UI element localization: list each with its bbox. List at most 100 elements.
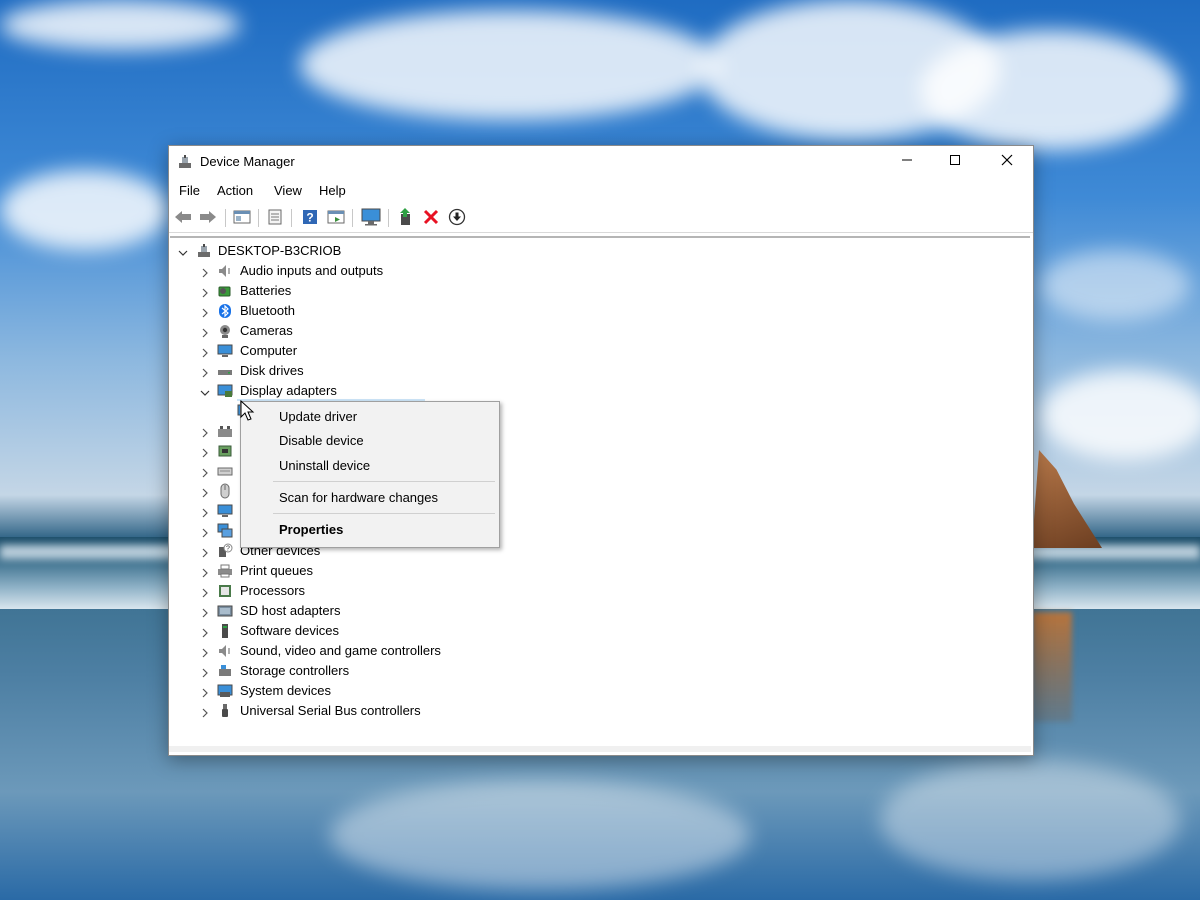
chevron-right-icon[interactable] [200, 526, 210, 538]
chevron-right-icon[interactable] [200, 306, 210, 318]
chevron-right-icon[interactable] [200, 586, 210, 598]
cloud [1040, 250, 1190, 320]
chevron-right-icon[interactable] [200, 326, 210, 338]
chevron-right-icon[interactable] [200, 426, 210, 438]
tree-item[interactable]: Display adapters [170, 382, 1030, 400]
svg-text:?: ? [226, 546, 230, 553]
window-title: Device Manager [200, 154, 295, 169]
context-scan-hardware[interactable]: Scan for hardware changes [279, 490, 438, 505]
uninstall-icon [423, 209, 439, 228]
storage-icon [217, 663, 233, 679]
printer-icon [217, 563, 233, 579]
chevron-right-icon[interactable] [200, 346, 210, 358]
menu-file[interactable]: File [179, 183, 200, 198]
view-button[interactable] [326, 208, 346, 228]
tree-item-label: Batteries [240, 283, 292, 298]
view-icon [327, 209, 345, 228]
close-button[interactable] [984, 146, 1030, 177]
context-properties[interactable]: Properties [279, 522, 343, 537]
system-icon [217, 683, 233, 699]
tree-item[interactable]: Computer [170, 342, 1030, 360]
chevron-right-icon[interactable] [200, 446, 210, 458]
rock-reflection [1032, 612, 1072, 722]
hid-icon [217, 423, 233, 439]
tree-item-label: Processors [240, 583, 306, 598]
tree-item[interactable]: Bluetooth [170, 302, 1030, 320]
tree-item[interactable]: SD host adapters [170, 602, 1030, 620]
context-menu: Update driver Disable device Uninstall d… [240, 401, 500, 548]
unknown-device-icon: ? [217, 543, 233, 559]
tree-item-label: System devices [240, 683, 332, 698]
tree-item[interactable]: Software devices [170, 622, 1030, 640]
chevron-right-icon[interactable] [200, 506, 210, 518]
chevron-right-icon[interactable] [200, 366, 210, 378]
menu-view[interactable]: View [274, 183, 302, 198]
update-driver-icon [398, 207, 414, 229]
update-driver-button[interactable] [396, 207, 416, 229]
tree-item[interactable]: Cameras [170, 322, 1030, 340]
chevron-right-icon[interactable] [200, 686, 210, 698]
maximize-icon [949, 154, 961, 169]
context-update-driver[interactable]: Update driver [279, 409, 357, 424]
tree-item[interactable]: Sound, video and game controllers [170, 642, 1030, 660]
rock [1032, 450, 1102, 548]
help-icon: ? [302, 209, 318, 228]
disk-icon [217, 363, 233, 379]
tree-item[interactable]: Batteries [170, 282, 1030, 300]
chevron-down-icon[interactable] [178, 246, 188, 256]
tree-item[interactable]: Universal Serial Bus controllers [170, 702, 1030, 720]
scan-hardware-button[interactable] [361, 208, 381, 228]
context-uninstall-device[interactable]: Uninstall device [279, 458, 370, 473]
toolbar-separator [352, 209, 353, 227]
tree-item-label: Print queues [240, 563, 313, 578]
chevron-right-icon[interactable] [200, 646, 210, 658]
chevron-right-icon[interactable] [200, 626, 210, 638]
uninstall-button[interactable] [421, 208, 441, 228]
tree-item-label: Computer [240, 343, 298, 358]
tree-item[interactable]: Processors [170, 582, 1030, 600]
toolbar-separator [225, 209, 226, 227]
title-bar[interactable]: Device Manager [169, 146, 1033, 177]
toolbar: ? [169, 204, 1033, 233]
tree-item[interactable]: Audio inputs and outputs [170, 262, 1030, 280]
list-button[interactable] [265, 208, 285, 228]
forward-button[interactable] [198, 208, 218, 228]
cloud [300, 10, 720, 120]
cloud [1040, 370, 1200, 460]
help-button[interactable]: ? [300, 208, 320, 228]
chevron-down-icon[interactable] [200, 386, 210, 396]
computer-root-icon [196, 243, 212, 259]
speaker-icon [217, 263, 233, 279]
chevron-right-icon[interactable] [200, 466, 210, 478]
chevron-right-icon[interactable] [200, 266, 210, 278]
computer-icon [217, 343, 233, 359]
mouse-cursor-icon [240, 399, 256, 422]
context-disable-device[interactable]: Disable device [279, 433, 364, 448]
tree-item[interactable]: Disk drives [170, 362, 1030, 380]
maximize-button[interactable] [932, 146, 978, 177]
tree-item[interactable]: Storage controllers [170, 662, 1030, 680]
menu-help[interactable]: Help [319, 183, 346, 198]
bluetooth-icon [217, 303, 233, 319]
chevron-right-icon[interactable] [200, 706, 210, 718]
show-hide-console-tree-button[interactable] [232, 208, 252, 228]
cloud [920, 30, 1180, 150]
chevron-right-icon[interactable] [200, 486, 210, 498]
ide-icon [217, 443, 233, 459]
chevron-right-icon[interactable] [200, 286, 210, 298]
chevron-right-icon[interactable] [200, 666, 210, 678]
tree-item[interactable]: System devices [170, 682, 1030, 700]
chevron-right-icon[interactable] [200, 546, 210, 558]
minimize-button[interactable] [884, 146, 930, 177]
menu-action[interactable]: Action [217, 183, 253, 198]
svg-text:?: ? [306, 210, 313, 224]
toolbar-separator [258, 209, 259, 227]
chevron-right-icon[interactable] [200, 606, 210, 618]
tree-item[interactable]: Print queues [170, 562, 1030, 580]
enable-device-button[interactable] [447, 208, 467, 228]
keyboard-icon [217, 463, 233, 479]
back-button[interactable] [173, 208, 193, 228]
chevron-right-icon[interactable] [200, 566, 210, 578]
mouse-icon [217, 483, 233, 499]
root-label: DESKTOP-B3CRIOB [218, 243, 342, 258]
